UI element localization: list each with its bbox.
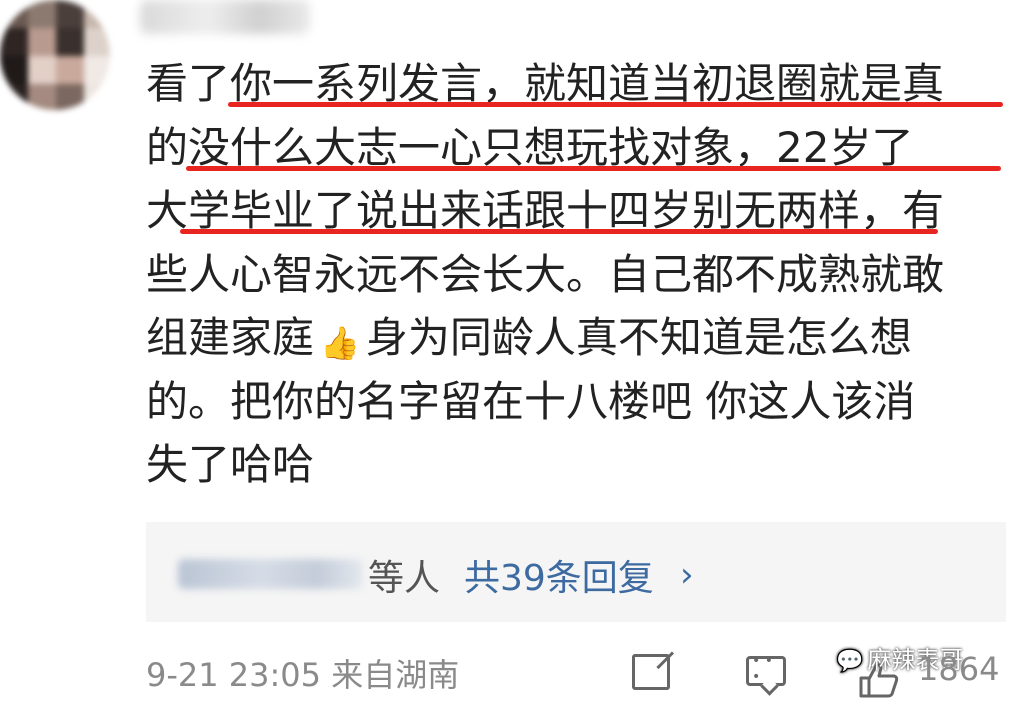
reply-usernames-redacted bbox=[178, 559, 363, 589]
replies-suffix: 等人 bbox=[368, 558, 441, 599]
comment-line: 些人心智永远不会长大。自己都不成熟就敢 bbox=[146, 243, 1006, 307]
comment-line-text: 看了你一系列发言，就知道当初退圈就是真 bbox=[146, 59, 945, 108]
comment-line-text: 的没什么大志一心只想玩找对象，22岁了 bbox=[146, 122, 914, 172]
comment-icon[interactable] bbox=[746, 653, 786, 686]
wechat-icon: 💬 bbox=[836, 649, 864, 674]
comment-line: 组建家庭 👍 身为同龄人真不知道是怎么想 bbox=[146, 306, 1006, 370]
comment-line-text: 大学毕业了说出来话跟十四岁别无两样，有 bbox=[146, 186, 945, 235]
timestamp-location: 9-21 23:05 来自湖南 bbox=[146, 656, 460, 694]
comment-line: 的。把你的名字留在十八楼吧 你这人该消 bbox=[146, 370, 1006, 434]
red-underline bbox=[180, 229, 938, 234]
red-underline bbox=[228, 102, 1003, 107]
like-count: 1864 bbox=[918, 650, 1000, 688]
avatar[interactable] bbox=[0, 0, 110, 110]
replies-preview[interactable]: 等人 共39条回复 › bbox=[146, 522, 1006, 622]
comment-line-text: 些人心智永远不会长大。自己都不成熟就敢 bbox=[146, 249, 945, 299]
comment-line-text: 的。把你的名字留在十八楼吧 你这人该消 bbox=[146, 376, 916, 426]
comment-line: 大学毕业了说出来话跟十四岁别无两样，有 bbox=[146, 179, 1006, 243]
red-underline bbox=[186, 165, 1001, 171]
comment-line: 的没什么大志一心只想玩找对象，22岁了 bbox=[146, 116, 1006, 180]
comment-line: 失了哈哈 bbox=[146, 433, 1006, 497]
share-icon[interactable] bbox=[632, 654, 670, 690]
username-redacted[interactable] bbox=[140, 0, 310, 34]
comment-line-text: 失了哈哈 bbox=[146, 440, 315, 489]
replies-count-link[interactable]: 共39条回复 bbox=[464, 549, 654, 601]
comment-line-text: 组建家庭 bbox=[146, 313, 315, 362]
chevron-right-icon[interactable]: › bbox=[680, 555, 694, 595]
comment-line-text: 身为同龄人真不知道是怎么想 bbox=[365, 313, 912, 362]
comment-card: 看了你一系列发言，就知道当初退圈就是真 的没什么大志一心只想玩找对象，22岁了 … bbox=[0, 0, 1015, 701]
comment-line: 看了你一系列发言，就知道当初退圈就是真 bbox=[146, 52, 1006, 116]
comment-text: 看了你一系列发言，就知道当初退圈就是真 的没什么大志一心只想玩找对象，22岁了 … bbox=[146, 52, 1006, 497]
thumbs-up-emoji-icon: 👍 bbox=[320, 324, 360, 362]
